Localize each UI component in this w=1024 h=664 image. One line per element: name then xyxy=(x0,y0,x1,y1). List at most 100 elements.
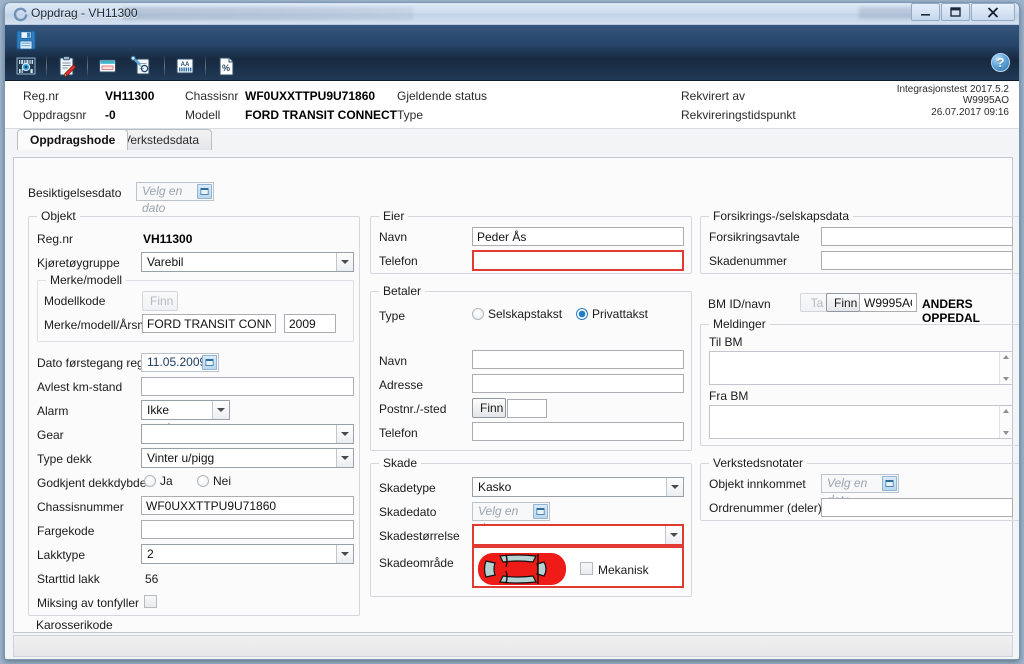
label-gjeldende-status: Gjeldende status xyxy=(397,89,488,103)
label-miksing-av-tonfyller: Miksing av tonfyller xyxy=(37,596,140,610)
group-betaler-title: Betaler xyxy=(379,284,426,298)
chassisnummer-input[interactable] xyxy=(141,496,354,515)
label-modell: Modell xyxy=(185,108,221,122)
avlest-km-input[interactable] xyxy=(141,377,354,396)
lakktype-select[interactable]: 2 xyxy=(141,544,354,564)
car-top-view-icon[interactable] xyxy=(476,550,568,588)
label-skadetype: Skadetype xyxy=(379,481,436,495)
skadenummer-input[interactable] xyxy=(821,251,1013,270)
merke-modell-input[interactable] xyxy=(142,314,276,333)
besiktigelsesdato-input[interactable]: Velg en dato xyxy=(136,182,214,215)
scroll-down-icon xyxy=(1003,431,1009,435)
chevron-down-icon[interactable] xyxy=(212,401,229,419)
label-betaler-telefon: Telefon xyxy=(379,426,418,440)
skadeomrade-selector[interactable]: Mekanisk xyxy=(472,546,684,588)
miksing-av-tonfyller-checkbox[interactable] xyxy=(144,595,157,608)
label-bm-id-navn: BM ID/navn xyxy=(708,297,771,311)
value-modell: FORD TRANSIT CONNECT xyxy=(245,108,397,122)
modellkode-finn-button[interactable]: Finn xyxy=(142,291,178,311)
value-oppdragsnr: -0 xyxy=(105,108,116,122)
label-regnr: Reg.nr xyxy=(23,89,60,103)
eier-telefon-input[interactable] xyxy=(472,250,684,271)
chevron-down-icon[interactable] xyxy=(665,526,682,544)
clipboard-edit-button[interactable] xyxy=(54,54,80,78)
skadedato-input[interactable]: Velg en dato xyxy=(472,502,550,535)
type-dekk-value: Vinter u/pigg xyxy=(147,451,215,465)
alarm-select[interactable]: Ikke vurdert xyxy=(141,400,230,435)
eier-navn-input[interactable] xyxy=(472,227,684,246)
calculator-card-button[interactable] xyxy=(95,54,121,78)
scrollbar[interactable] xyxy=(999,406,1012,438)
skadestorrelse-select[interactable] xyxy=(472,524,684,546)
save-icon xyxy=(16,30,36,50)
chevron-down-icon[interactable] xyxy=(336,449,353,467)
minimize-button[interactable] xyxy=(911,3,940,21)
label-betaler-postnr: Postnr./-sted xyxy=(379,402,447,416)
dato-forstegang-input[interactable]: 11.05.2009 xyxy=(141,353,219,372)
calendar-icon[interactable] xyxy=(533,504,548,519)
group-meldinger-title: Meldinger xyxy=(709,317,770,331)
arsmodell-input[interactable] xyxy=(284,314,336,333)
postnr-input[interactable] xyxy=(507,399,547,418)
label-betaler-adresse: Adresse xyxy=(379,378,424,392)
forsikringsavtale-input[interactable] xyxy=(821,227,1013,246)
bm-finn-button[interactable]: Finn xyxy=(826,293,860,312)
close-button[interactable] xyxy=(971,3,1015,21)
betaler-adresse-input[interactable] xyxy=(472,374,684,393)
document-attach-icon xyxy=(130,55,150,75)
chevron-down-icon[interactable] xyxy=(666,478,683,496)
chevron-down-icon[interactable] xyxy=(336,253,353,271)
scroll-down-icon xyxy=(1003,377,1009,381)
radio-selskapstakst[interactable]: Selskapstakst xyxy=(472,307,562,321)
document-attach-button[interactable] xyxy=(125,54,157,78)
bm-id-input[interactable] xyxy=(859,293,917,312)
help-button[interactable]: ? xyxy=(991,53,1010,72)
label-kjoretoygruppe: Kjøretøygruppe xyxy=(37,256,120,270)
window-title: Oppdrag - VH11300 xyxy=(31,6,138,20)
group-objekt-title: Objekt xyxy=(37,209,80,223)
oppdragshode-panel: Besiktigelsesdato Velg en dato Objekt Re… xyxy=(13,157,1019,633)
save-button[interactable] xyxy=(13,28,39,52)
fargekode-input[interactable] xyxy=(141,520,354,539)
radio-godkjent-ja[interactable]: Ja xyxy=(144,474,173,488)
mekanisk-checkbox[interactable] xyxy=(580,562,593,575)
chevron-down-icon[interactable] xyxy=(336,425,353,443)
scrollbar[interactable] xyxy=(999,352,1012,384)
tab-oppdragshode[interactable]: Oppdragshode xyxy=(17,129,129,150)
tab-strip: Oppdragshode Verkstedsdata xyxy=(5,129,1019,150)
barcode-scan-button[interactable] xyxy=(13,54,39,78)
kjoretoygruppe-select[interactable]: Varebil xyxy=(141,252,354,272)
chevron-down-icon[interactable] xyxy=(336,545,353,563)
radio-selskapstakst-label: Selskapstakst xyxy=(488,307,563,321)
type-dekk-select[interactable]: Vinter u/pigg xyxy=(141,448,354,468)
label-type: Type xyxy=(397,108,424,122)
record-header: Reg.nr VH11300 Oppdragsnr -0 Chassisnr W… xyxy=(5,81,1019,129)
fra-bm-textarea[interactable] xyxy=(709,405,1013,439)
label-skadedato: Skadedato xyxy=(379,505,437,519)
skadetype-select[interactable]: Kasko xyxy=(472,477,684,497)
gear-select[interactable] xyxy=(141,424,354,444)
app-icon xyxy=(13,7,28,22)
calendar-icon[interactable] xyxy=(197,184,212,199)
svg-text:%: % xyxy=(222,63,230,73)
label-objekt-innkommet: Objekt innkommet xyxy=(709,477,806,491)
postnr-finn-button[interactable]: Finn xyxy=(472,398,506,418)
radio-privattakst[interactable]: Privattakst xyxy=(576,307,648,321)
calendar-icon[interactable] xyxy=(882,476,897,491)
ordrenummer-input[interactable] xyxy=(821,498,1013,517)
label-skadestorrelse: Skadestørrelse xyxy=(379,529,460,543)
percent-document-button[interactable]: % xyxy=(213,54,239,78)
betaler-navn-input[interactable] xyxy=(472,350,684,369)
radio-godkjent-nei[interactable]: Nei xyxy=(197,474,231,488)
env-user: W9995AO xyxy=(962,95,1009,106)
objekt-innkommet-input[interactable]: Velg en dato xyxy=(821,474,899,507)
status-bar xyxy=(13,635,1013,657)
label-besiktigelsesdato: Besiktigelsesdato xyxy=(28,186,122,200)
betaler-telefon-input[interactable] xyxy=(472,422,684,441)
tab-verkstedsdata-label: Verkstedsdata xyxy=(123,133,200,147)
label-gear: Gear xyxy=(37,428,64,442)
calendar-icon[interactable] xyxy=(202,355,217,370)
text-report-button[interactable]: AA xyxy=(172,54,198,78)
til-bm-textarea[interactable] xyxy=(709,351,1013,385)
maximize-button[interactable] xyxy=(941,3,970,21)
